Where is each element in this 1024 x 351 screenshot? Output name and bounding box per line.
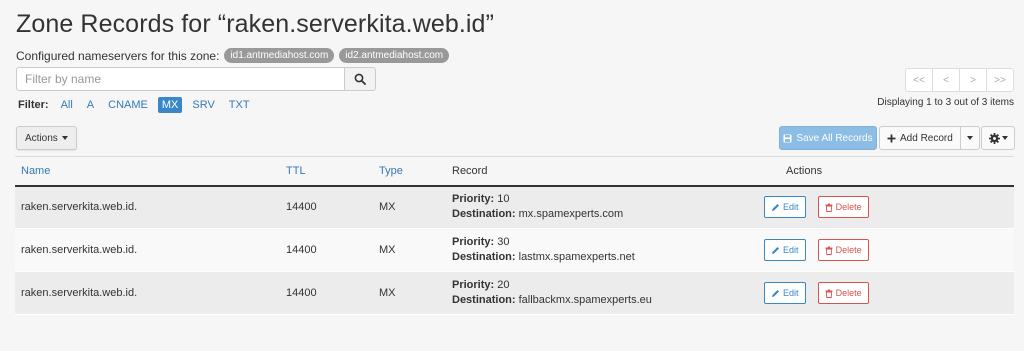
record-actions: Edit Delete — [751, 272, 1014, 315]
filter-mx[interactable]: MX — [157, 97, 183, 113]
record-name: raken.serverkita.web.id. — [21, 201, 138, 214]
filter-all[interactable]: All — [61, 97, 73, 113]
nameserver-badge: id1.antmediahost.com — [224, 48, 335, 63]
table-header-row: Name TTL Type Record Actions — [15, 156, 1014, 186]
record-name: raken.serverkita.web.id. — [21, 244, 138, 256]
edit-button[interactable]: Edit — [764, 282, 806, 304]
priority-label: Priority: — [452, 236, 495, 248]
pencil-icon — [772, 289, 779, 297]
page-title: Zone Records for “raken.serverkita.web.i… — [16, 10, 494, 38]
displaying-count: Displaying 1 to 3 out of 3 items — [877, 97, 1014, 108]
trash-icon — [825, 246, 833, 255]
trash-icon — [825, 203, 833, 212]
zone-records-table: Name TTL Type Record Actions raken.serve… — [15, 156, 1014, 315]
chevron-down-icon — [966, 136, 973, 140]
nameserver-badge: id2.antmediahost.com — [339, 48, 450, 63]
zone-records-page: Zone Records for “raken.serverkita.web.i… — [0, 0, 1024, 351]
search-input[interactable] — [16, 67, 344, 91]
save-label: Save All Records — [796, 132, 873, 144]
record-type: MX — [379, 201, 396, 214]
delete-label: Delete — [835, 288, 862, 298]
pencil-icon — [772, 246, 779, 254]
destination-label: Destination: — [452, 208, 516, 221]
chevron-down-icon — [1001, 136, 1008, 140]
actions-label: Actions — [25, 132, 58, 144]
record-actions: Edit Delete — [751, 229, 1014, 272]
floppy-icon — [783, 134, 792, 142]
settings-dropdown[interactable] — [981, 126, 1015, 150]
gear-icon — [988, 132, 1000, 144]
nameservers-row: Configured nameservers for this zone: id… — [16, 48, 450, 63]
filter-srv[interactable]: SRV — [192, 97, 214, 113]
search-button[interactable] — [344, 67, 376, 91]
delete-label: Delete — [835, 245, 862, 255]
add-record-button[interactable]: Add Record — [879, 126, 961, 150]
table-row: raken.serverkita.web.id. 14400 MX Priori… — [15, 185, 1014, 229]
record-actions: Edit Delete — [751, 186, 1014, 229]
column-header-name[interactable]: Name — [15, 157, 280, 186]
filter-a[interactable]: A — [87, 97, 94, 113]
table-row: raken.serverkita.web.id. 14400 MX Priori… — [15, 271, 1014, 315]
record-data: Priority: 20 Destination: fallbackmx.spa… — [451, 272, 751, 315]
last-page-button[interactable]: >> — [986, 68, 1014, 92]
filter-bar: Filter: All A CNAME MX SRV TXT — [18, 97, 264, 113]
destination-value: lastmx.spamexperts.net — [518, 251, 635, 263]
column-header-record: Record — [452, 164, 488, 177]
add-record-label: Add Record — [900, 132, 953, 144]
next-page-button[interactable]: > — [959, 68, 987, 92]
column-header-ttl[interactable]: TTL — [280, 157, 378, 186]
destination-label: Destination: — [452, 251, 516, 263]
search-group — [16, 67, 376, 91]
pencil-icon — [772, 203, 779, 211]
search-icon — [354, 73, 366, 85]
record-ttl: 14400 — [286, 201, 317, 214]
edit-label: Edit — [783, 202, 799, 213]
edit-label: Edit — [783, 288, 799, 298]
delete-button[interactable]: Delete — [817, 239, 869, 261]
add-record-group: Add Record — [879, 126, 980, 150]
edit-button[interactable]: Edit — [764, 239, 806, 261]
pagination: << < > >> — [905, 68, 1014, 92]
table-row: raken.serverkita.web.id. 14400 MX Priori… — [15, 228, 1014, 272]
priority-value: 10 — [497, 193, 510, 206]
record-data: Priority: 10 Destination: mx.spamexperts… — [451, 186, 751, 229]
chevron-down-icon — [61, 136, 68, 140]
prev-page-button[interactable]: < — [932, 68, 960, 92]
filter-label: Filter: — [18, 99, 49, 111]
filter-txt[interactable]: TXT — [229, 97, 250, 113]
record-name: raken.serverkita.web.id. — [21, 287, 138, 299]
delete-label: Delete — [835, 202, 862, 213]
delete-button[interactable]: Delete — [817, 282, 869, 304]
priority-label: Priority: — [452, 193, 495, 206]
edit-button[interactable]: Edit — [764, 196, 806, 219]
record-data: Priority: 30 Destination: lastmx.spamexp… — [451, 229, 751, 272]
priority-value: 20 — [497, 279, 510, 291]
record-type: MX — [379, 244, 396, 256]
trash-icon — [825, 289, 833, 298]
column-header-type[interactable]: Type — [378, 157, 451, 186]
destination-value: fallbackmx.spamexperts.eu — [518, 294, 652, 306]
filter-cname[interactable]: CNAME — [108, 97, 148, 113]
column-header-actions: Actions — [786, 164, 823, 177]
record-type: MX — [379, 287, 396, 299]
edit-label: Edit — [783, 245, 799, 255]
record-ttl: 14400 — [286, 244, 317, 256]
priority-value: 30 — [497, 236, 510, 248]
save-all-records-button[interactable]: Save All Records — [779, 126, 877, 150]
add-record-dropdown-toggle[interactable] — [960, 126, 980, 150]
destination-value: mx.spamexperts.com — [518, 208, 624, 221]
priority-label: Priority: — [452, 279, 495, 291]
nameservers-label: Configured nameservers for this zone: — [16, 48, 220, 63]
destination-label: Destination: — [452, 294, 516, 306]
record-ttl: 14400 — [286, 287, 317, 299]
actions-dropdown[interactable]: Actions — [16, 126, 77, 150]
first-page-button[interactable]: << — [905, 68, 933, 92]
delete-button[interactable]: Delete — [817, 196, 869, 219]
plus-icon — [887, 134, 896, 142]
